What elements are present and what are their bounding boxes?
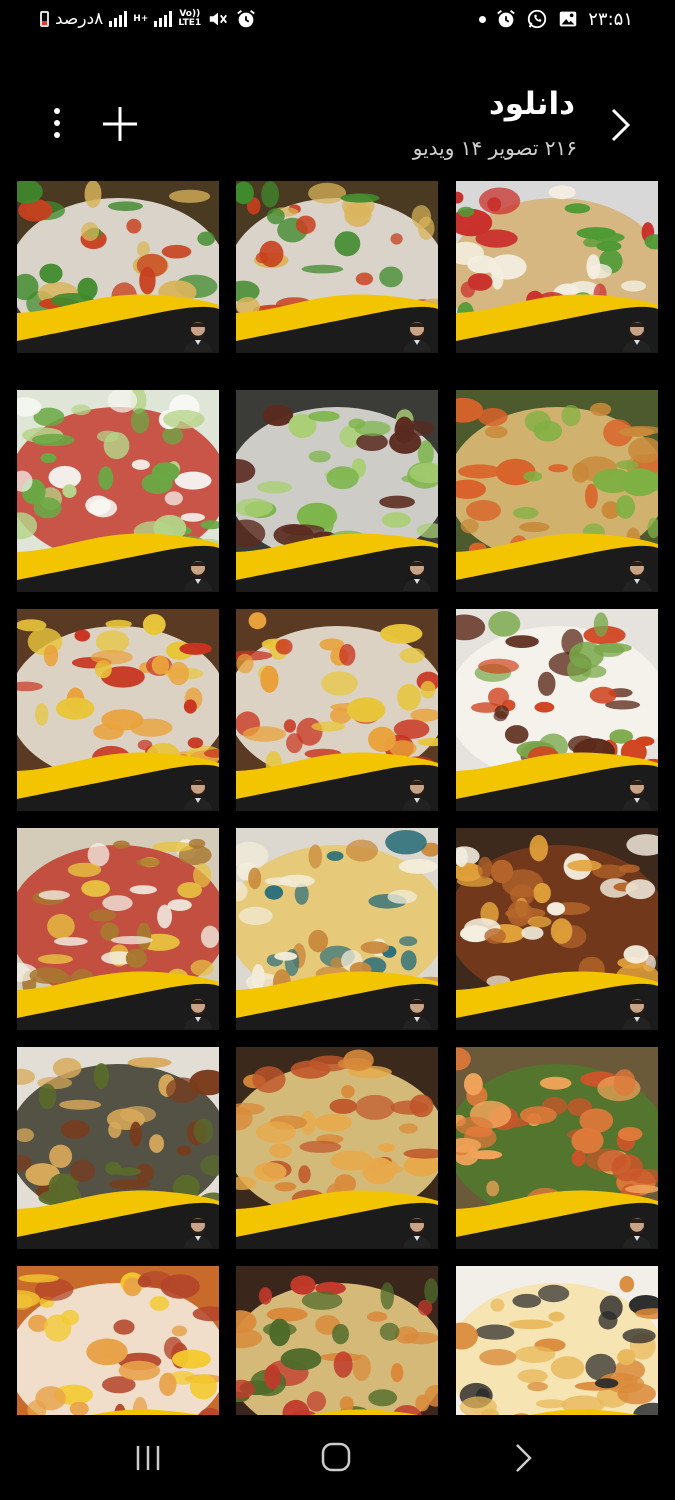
chef-avatar bbox=[403, 780, 431, 810]
photo-thumbnail[interactable] bbox=[17, 1047, 219, 1249]
chef-avatar bbox=[403, 561, 431, 591]
mute-icon bbox=[209, 12, 228, 26]
chef-avatar bbox=[403, 322, 431, 352]
photo-thumbnail[interactable] bbox=[236, 181, 438, 353]
chef-avatar bbox=[184, 999, 212, 1029]
photo-thumbnail[interactable] bbox=[236, 390, 438, 592]
photo-thumbnail[interactable] bbox=[17, 828, 219, 1030]
home-icon[interactable] bbox=[320, 1441, 352, 1473]
chef-avatar bbox=[403, 1218, 431, 1248]
clock: ۲۳:۵۱ bbox=[588, 8, 633, 30]
photo-thumbnail[interactable] bbox=[236, 1047, 438, 1249]
back-nav-icon[interactable] bbox=[512, 1441, 536, 1475]
battery-icon bbox=[40, 11, 49, 27]
gallery-icon bbox=[560, 11, 577, 27]
photo-thumbnail[interactable] bbox=[456, 390, 658, 592]
photo-thumbnail[interactable] bbox=[456, 828, 658, 1030]
photo-grid bbox=[17, 181, 658, 1415]
chef-avatar bbox=[184, 780, 212, 810]
brand-banner bbox=[530, 1409, 638, 1415]
volte-icon: Vo)) LTE1 bbox=[178, 9, 202, 28]
add-icon[interactable] bbox=[100, 104, 140, 144]
photo-thumbnail[interactable] bbox=[236, 1266, 438, 1415]
photo-thumbnail[interactable] bbox=[236, 609, 438, 811]
recent-apps-icon[interactable] bbox=[133, 1443, 163, 1473]
album-item-count: ۲۱۶ تصویر ۱۴ ویدیو bbox=[412, 136, 577, 160]
chef-avatar bbox=[184, 561, 212, 591]
photo-thumbnail[interactable] bbox=[17, 1266, 219, 1415]
whatsapp-icon bbox=[528, 9, 547, 29]
photo-thumbnail[interactable] bbox=[456, 181, 658, 353]
status-bar-left: ۸درصد H+ Vo)) LTE1 bbox=[40, 8, 257, 30]
photo-thumbnail[interactable] bbox=[456, 1266, 658, 1415]
chef-avatar bbox=[623, 780, 651, 810]
more-options-icon[interactable] bbox=[42, 102, 72, 144]
album-header: دانلود ۲۱۶ تصویر ۱۴ ویدیو bbox=[0, 80, 675, 180]
album-title: دانلود bbox=[488, 86, 575, 122]
chef-avatar bbox=[184, 322, 212, 352]
brand-banner bbox=[91, 1409, 199, 1415]
chef-avatar bbox=[403, 999, 431, 1029]
navigation-bar bbox=[0, 1415, 675, 1500]
chef-avatar bbox=[623, 999, 651, 1029]
photo-thumbnail[interactable] bbox=[456, 1047, 658, 1249]
food-image bbox=[236, 1266, 438, 1415]
photo-thumbnail[interactable] bbox=[236, 828, 438, 1030]
back-chevron-icon[interactable] bbox=[604, 104, 638, 146]
notification-dot-icon bbox=[479, 15, 487, 23]
chef-avatar bbox=[184, 1218, 212, 1248]
status-bar: ۸درصد H+ Vo)) LTE1 ۲۳:۵۱ bbox=[0, 0, 675, 44]
chef-avatar bbox=[623, 561, 651, 591]
alarm-icon bbox=[497, 10, 516, 28]
food-image bbox=[456, 1266, 658, 1415]
photo-thumbnail[interactable] bbox=[17, 609, 219, 811]
photo-thumbnail[interactable] bbox=[17, 390, 219, 592]
network-type: H+ bbox=[133, 13, 149, 24]
signal-icon bbox=[109, 11, 128, 27]
battery-percentage: ۸درصد bbox=[55, 9, 104, 29]
alarm-icon bbox=[237, 10, 255, 28]
signal-icon bbox=[154, 11, 173, 27]
food-image bbox=[17, 1266, 219, 1415]
chef-avatar bbox=[623, 1218, 651, 1248]
photo-thumbnail[interactable] bbox=[456, 609, 658, 811]
chef-avatar bbox=[623, 322, 651, 352]
status-bar-right: ۲۳:۵۱ bbox=[479, 8, 633, 30]
brand-banner bbox=[310, 1409, 418, 1415]
photo-thumbnail[interactable] bbox=[17, 181, 219, 353]
